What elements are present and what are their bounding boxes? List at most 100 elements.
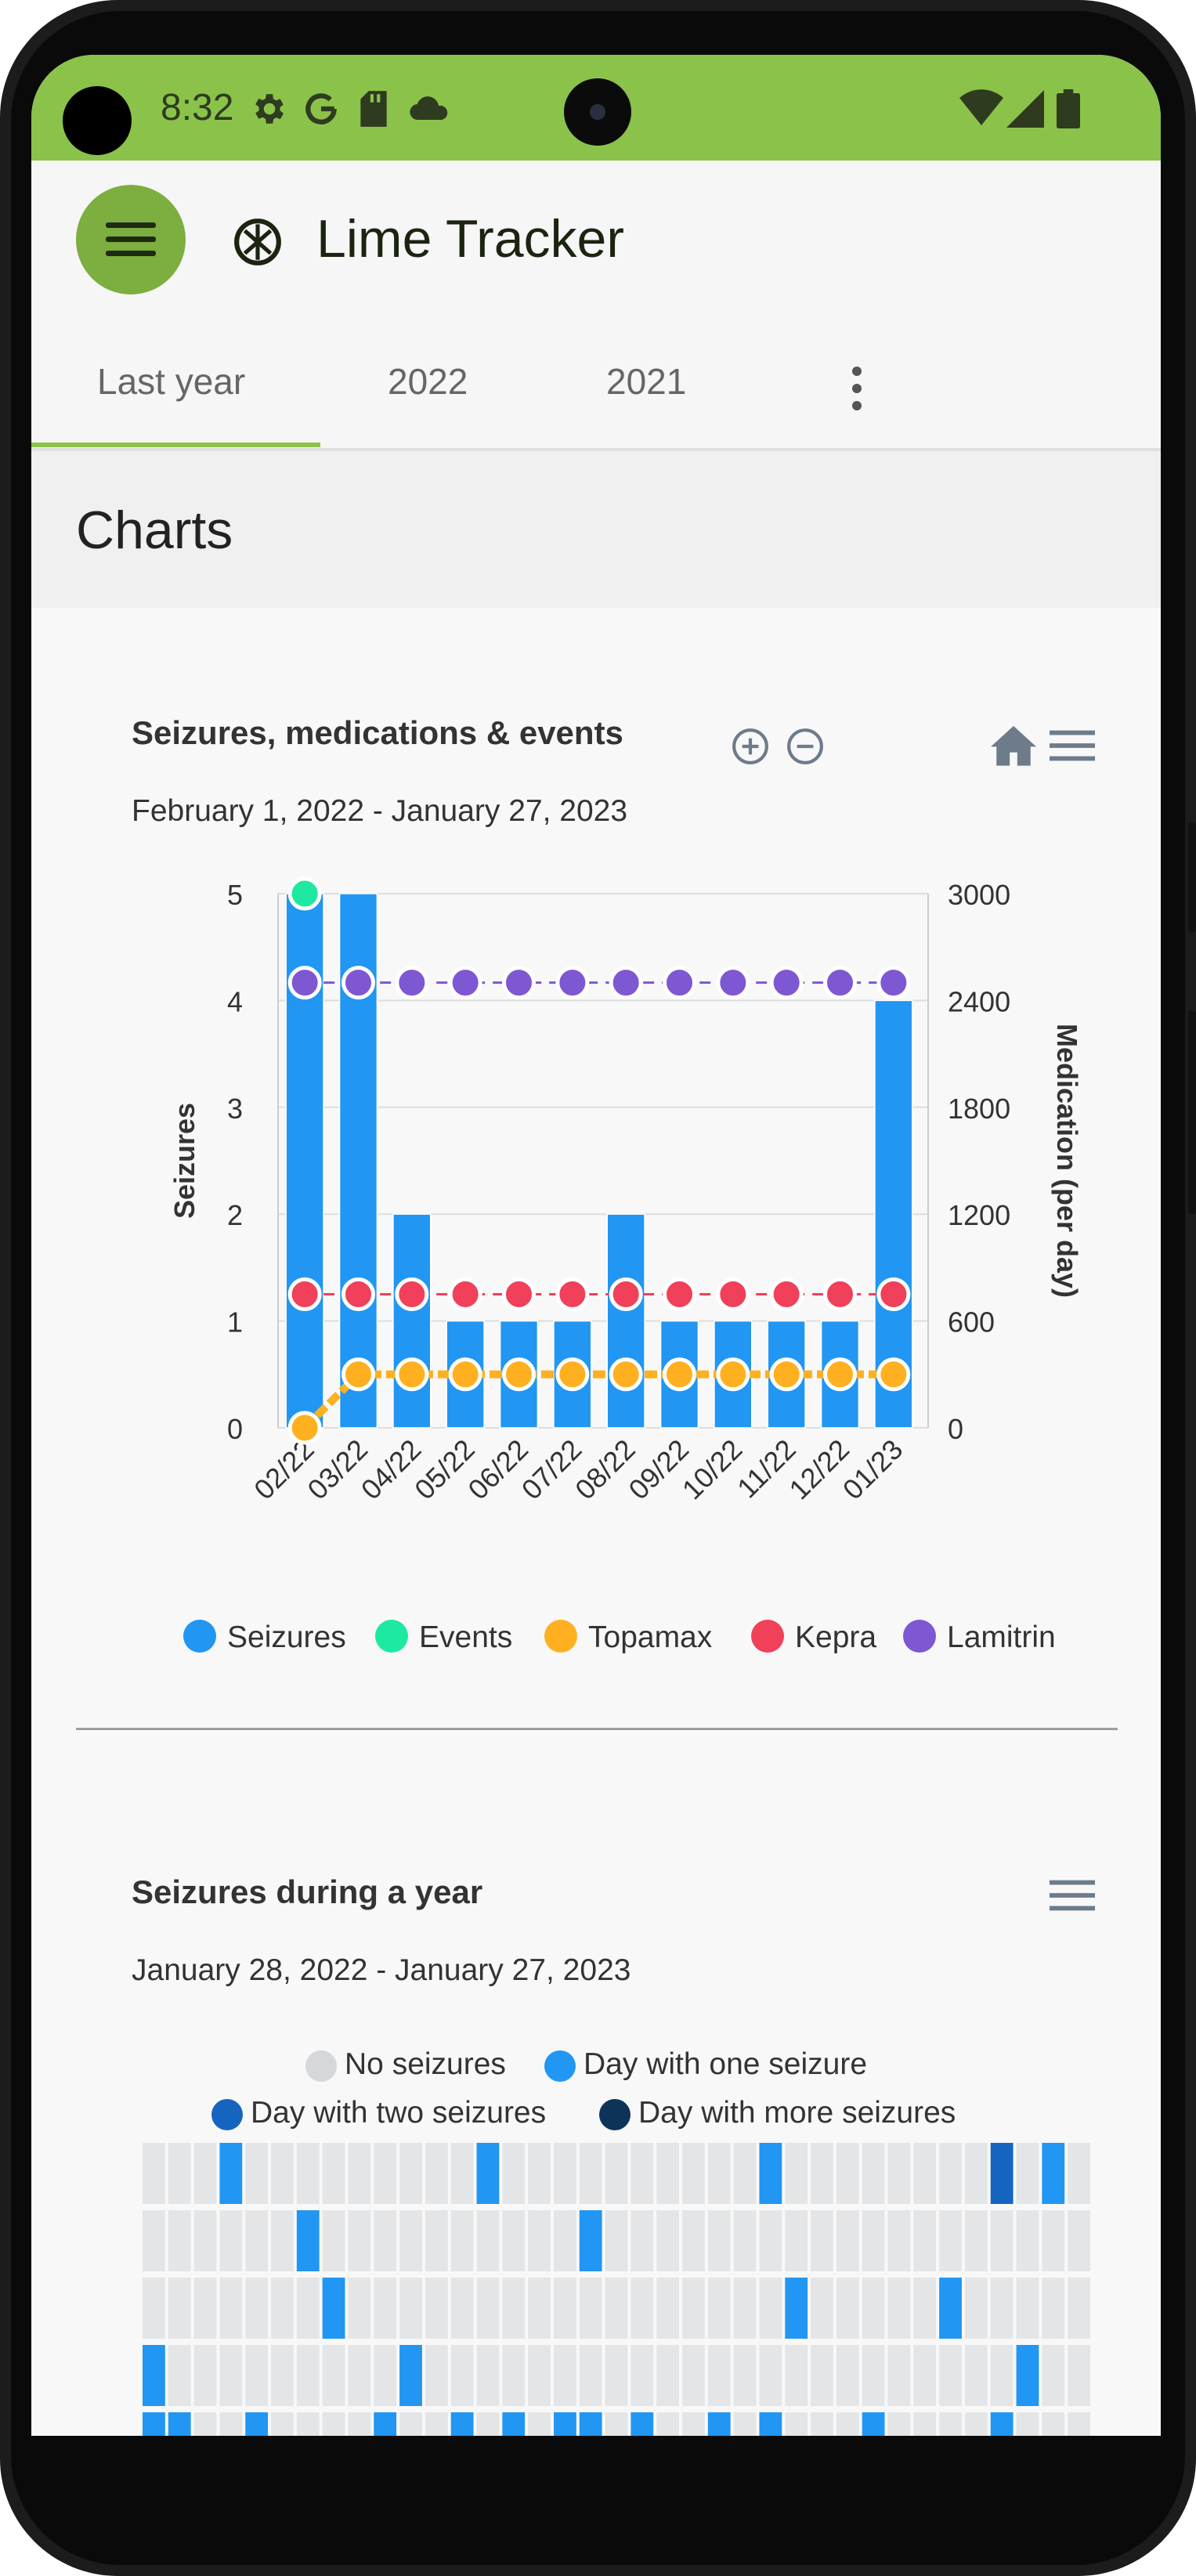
heatmap-cell (296, 2143, 320, 2204)
tab-2021[interactable]: 2021 (606, 360, 686, 403)
legend-one-seizure[interactable]: Day with one seizure (544, 2047, 867, 2082)
heatmap-cell (887, 2278, 911, 2339)
heatmap-cell (1016, 2412, 1039, 2436)
heatmap-cell (399, 2278, 422, 2339)
point-kepra (395, 1277, 429, 1311)
legend-dot-topamax (544, 1620, 577, 1653)
volume-button (1188, 822, 1196, 932)
heatmap-cell (682, 2412, 705, 2436)
x-tick-label: 04/22 (355, 1433, 428, 1506)
heatmap-cell (245, 2345, 269, 2406)
left-axis-label: Seizures (168, 1103, 201, 1219)
heatmap-cell (271, 2143, 294, 2204)
right-tick-label: 1800 (948, 1093, 1010, 1125)
point-topamax (823, 1357, 857, 1392)
point-lamitrin (609, 966, 643, 1000)
heatmap-cell (245, 2210, 269, 2271)
point-topamax (502, 1357, 536, 1392)
heatmap-cell (502, 2210, 526, 2271)
heatmap-cell-seizure (1042, 2143, 1065, 2204)
seizures-year-heatmap (143, 2143, 1090, 2436)
heatmap-cell-seizure (374, 2412, 397, 2436)
heatmap-cell (759, 2345, 782, 2406)
chart2-title: Seizures during a year (132, 1873, 483, 1910)
heatmap-cell (836, 2412, 859, 2436)
legend-label-lamitrin: Lamitrin (947, 1620, 1056, 1654)
heatmap-cell (656, 2210, 680, 2271)
heatmap-cell (1016, 2210, 1039, 2271)
heatmap-cell (476, 2278, 500, 2339)
heatmap-cell (1068, 2210, 1090, 2271)
heatmap-cell (913, 2345, 937, 2406)
point-kepra (555, 1277, 590, 1311)
heatmap-cell (811, 2345, 833, 2406)
heatmap-cell (733, 2345, 757, 2406)
point-kepra (823, 1277, 857, 1311)
legend-label: Day with two seizures (251, 2096, 547, 2130)
point-kepra (609, 1277, 643, 1311)
heatmap-cell (168, 2143, 191, 2204)
heatmap-cell (322, 2143, 345, 2204)
legend-no-seizures[interactable]: No seizures (305, 2047, 506, 2082)
left-tick-label: 4 (227, 985, 243, 1017)
left-tick-label: 3 (227, 1093, 243, 1125)
year-tabs: Last year 2022 2021 (31, 321, 1161, 451)
point-kepra (769, 1277, 804, 1311)
left-tick-label: 5 (227, 879, 243, 911)
heatmap-cell-seizure (219, 2143, 243, 2204)
heatmap-cell (168, 2278, 191, 2339)
hamburger-icon (106, 222, 156, 228)
x-tick-label: 08/22 (569, 1433, 641, 1506)
point-lamitrin (395, 966, 429, 1000)
heatmap-cell-seizure (990, 2143, 1014, 2204)
heatmap-cell (682, 2278, 705, 2339)
legend-two-seizures[interactable]: Day with two seizures (211, 2096, 546, 2130)
heatmap-cell (296, 2345, 320, 2406)
heatmap-cell (964, 2278, 988, 2339)
x-tick-label: 10/22 (676, 1433, 749, 1506)
chart2-menu-icon[interactable] (1050, 1880, 1095, 1911)
tab-2022[interactable]: 2022 (388, 360, 468, 403)
point-lamitrin (448, 966, 482, 1000)
point-kepra (448, 1277, 482, 1311)
legend-label: Day with one seizure (584, 2047, 868, 2081)
heatmap-cell (990, 2210, 1014, 2271)
heatmap-cell (1042, 2210, 1065, 2271)
heatmap-cell (425, 2412, 448, 2436)
legend-dot (211, 2098, 243, 2130)
heatmap-cell (374, 2278, 397, 2339)
heatmap-cell-seizure (245, 2412, 269, 2436)
heatmap-cell (348, 2143, 371, 2204)
heatmap-cell (245, 2278, 269, 2339)
heatmap-cell (913, 2143, 937, 2204)
legend-more-seizures[interactable]: Day with more seizures (599, 2096, 956, 2130)
heatmap-cell (836, 2345, 859, 2406)
heatmap-cell (399, 2412, 422, 2436)
x-tick-label: 07/22 (515, 1433, 588, 1506)
heatmap-cell (990, 2345, 1014, 2406)
heatmap-cell (271, 2210, 294, 2271)
tab-last-year[interactable]: Last year (97, 360, 245, 403)
heatmap-cell-seizure (553, 2412, 576, 2436)
heatmap-cell (887, 2345, 911, 2406)
heatmap-cell (528, 2412, 551, 2436)
heatmap-cell (168, 2210, 191, 2271)
right-tick-label: 3000 (948, 879, 1010, 911)
heatmap-cell (862, 2345, 885, 2406)
heatmap-cell (939, 2210, 962, 2271)
point-lamitrin (876, 966, 911, 1000)
heatmap-cell (631, 2345, 654, 2406)
heatmap-cell-seizure (990, 2412, 1014, 2436)
menu-button[interactable] (76, 185, 186, 294)
more-vert-icon[interactable] (852, 367, 862, 418)
heatmap-cell-seizure (707, 2412, 731, 2436)
legend-dot (305, 2050, 337, 2082)
legend-label-kepra: Kepra (795, 1620, 876, 1654)
heatmap-cell (374, 2143, 397, 2204)
heatmap-cell (322, 2412, 345, 2436)
heatmap-cell (785, 2210, 808, 2271)
legend-dot (599, 2098, 631, 2130)
heatmap-cell-seizure (939, 2278, 962, 2339)
x-tick-label: 05/22 (408, 1433, 481, 1506)
heatmap-cell-seizure (322, 2278, 345, 2339)
